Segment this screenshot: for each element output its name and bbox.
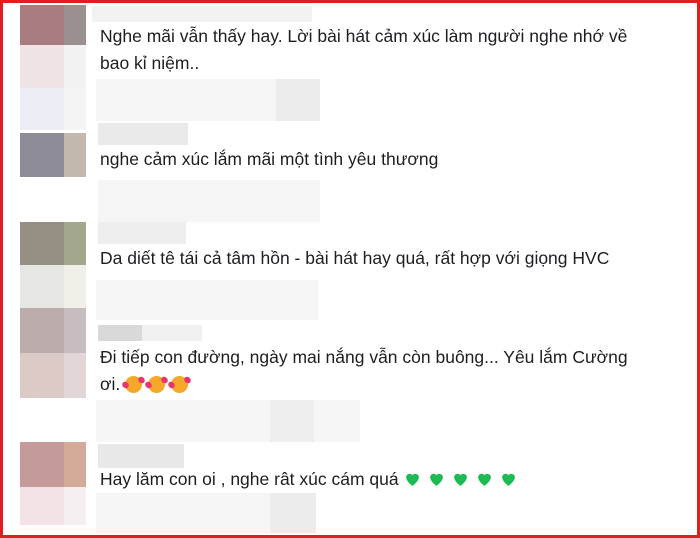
avatar-blurred	[64, 487, 86, 525]
username-blurred	[98, 180, 320, 222]
avatar-blurred	[64, 442, 86, 487]
avatar-blurred	[20, 88, 64, 130]
avatar-blurred	[64, 222, 86, 265]
comment-4-line1: Đi tiếp con đường, ngày mai nắng vẫn còn…	[100, 347, 628, 367]
smiling-face-with-hearts-icon	[125, 375, 143, 393]
avatar-blurred	[20, 265, 64, 308]
green-heart-icon	[453, 473, 467, 486]
username-blurred	[98, 325, 142, 341]
username-blurred	[270, 493, 316, 533]
green-heart-icon	[501, 473, 515, 486]
comment-5-line1: Hay lăm con oi , nghe rât xúc cám quá	[100, 469, 399, 489]
smiling-face-with-hearts-icon	[171, 375, 189, 393]
username-blurred	[142, 325, 202, 341]
emoji-row	[125, 372, 194, 399]
avatar-blurred	[20, 133, 64, 177]
avatar-blurred	[20, 487, 64, 525]
comment-1-text: Nghe mãi vẫn thấy hay. Lời bài hát cảm x…	[100, 23, 627, 77]
green-heart-icon	[429, 473, 443, 486]
comment-1-line2: bao kỉ niệm..	[100, 53, 200, 73]
comment-1-line1: Nghe mãi vẫn thấy hay. Lời bài hát cảm x…	[100, 26, 628, 46]
smiling-face-with-hearts-icon	[148, 375, 166, 393]
avatar-blurred	[64, 88, 86, 130]
avatar-blurred	[20, 222, 64, 265]
avatar-blurred	[64, 5, 86, 45]
avatar-blurred	[20, 5, 64, 45]
comment-5-text: Hay lăm con oi , nghe rât xúc cám quá	[100, 466, 524, 494]
avatar-blurred	[64, 133, 86, 177]
comment-4-line2: ơi.	[100, 374, 121, 394]
username-blurred	[98, 123, 188, 145]
avatar-blurred	[64, 45, 86, 88]
avatar-blurred	[20, 442, 64, 487]
avatar-blurred	[20, 353, 64, 398]
green-heart-icon	[405, 473, 419, 486]
comment-3-line1: Da diết tê tái cả tâm hồn - bài hát hay …	[100, 248, 610, 268]
comment-2-line1: nghe cảm xúc lắm mãi một tình yêu thương	[100, 149, 439, 169]
comment-2-text: nghe cảm xúc lắm mãi một tình yêu thương	[100, 146, 438, 173]
avatar-blurred	[64, 265, 86, 308]
avatar-blurred	[20, 308, 64, 353]
avatar-blurred	[64, 353, 86, 398]
username-blurred	[270, 400, 314, 442]
username-blurred	[98, 222, 186, 244]
username-blurred	[96, 400, 360, 442]
green-hearts-row	[404, 467, 524, 494]
comment-3-text: Da diết tê tái cả tâm hồn - bài hát hay …	[100, 245, 609, 272]
comment-4-line2-row: ơi.	[100, 371, 628, 399]
username-blurred	[96, 280, 318, 320]
username-blurred	[92, 6, 312, 22]
username-blurred	[98, 444, 184, 468]
comment-4-text: Đi tiếp con đường, ngày mai nắng vẫn còn…	[100, 344, 628, 399]
username-blurred	[276, 79, 320, 121]
green-heart-icon	[477, 473, 491, 486]
avatar-blurred	[20, 45, 64, 88]
avatar-blurred	[64, 308, 86, 353]
